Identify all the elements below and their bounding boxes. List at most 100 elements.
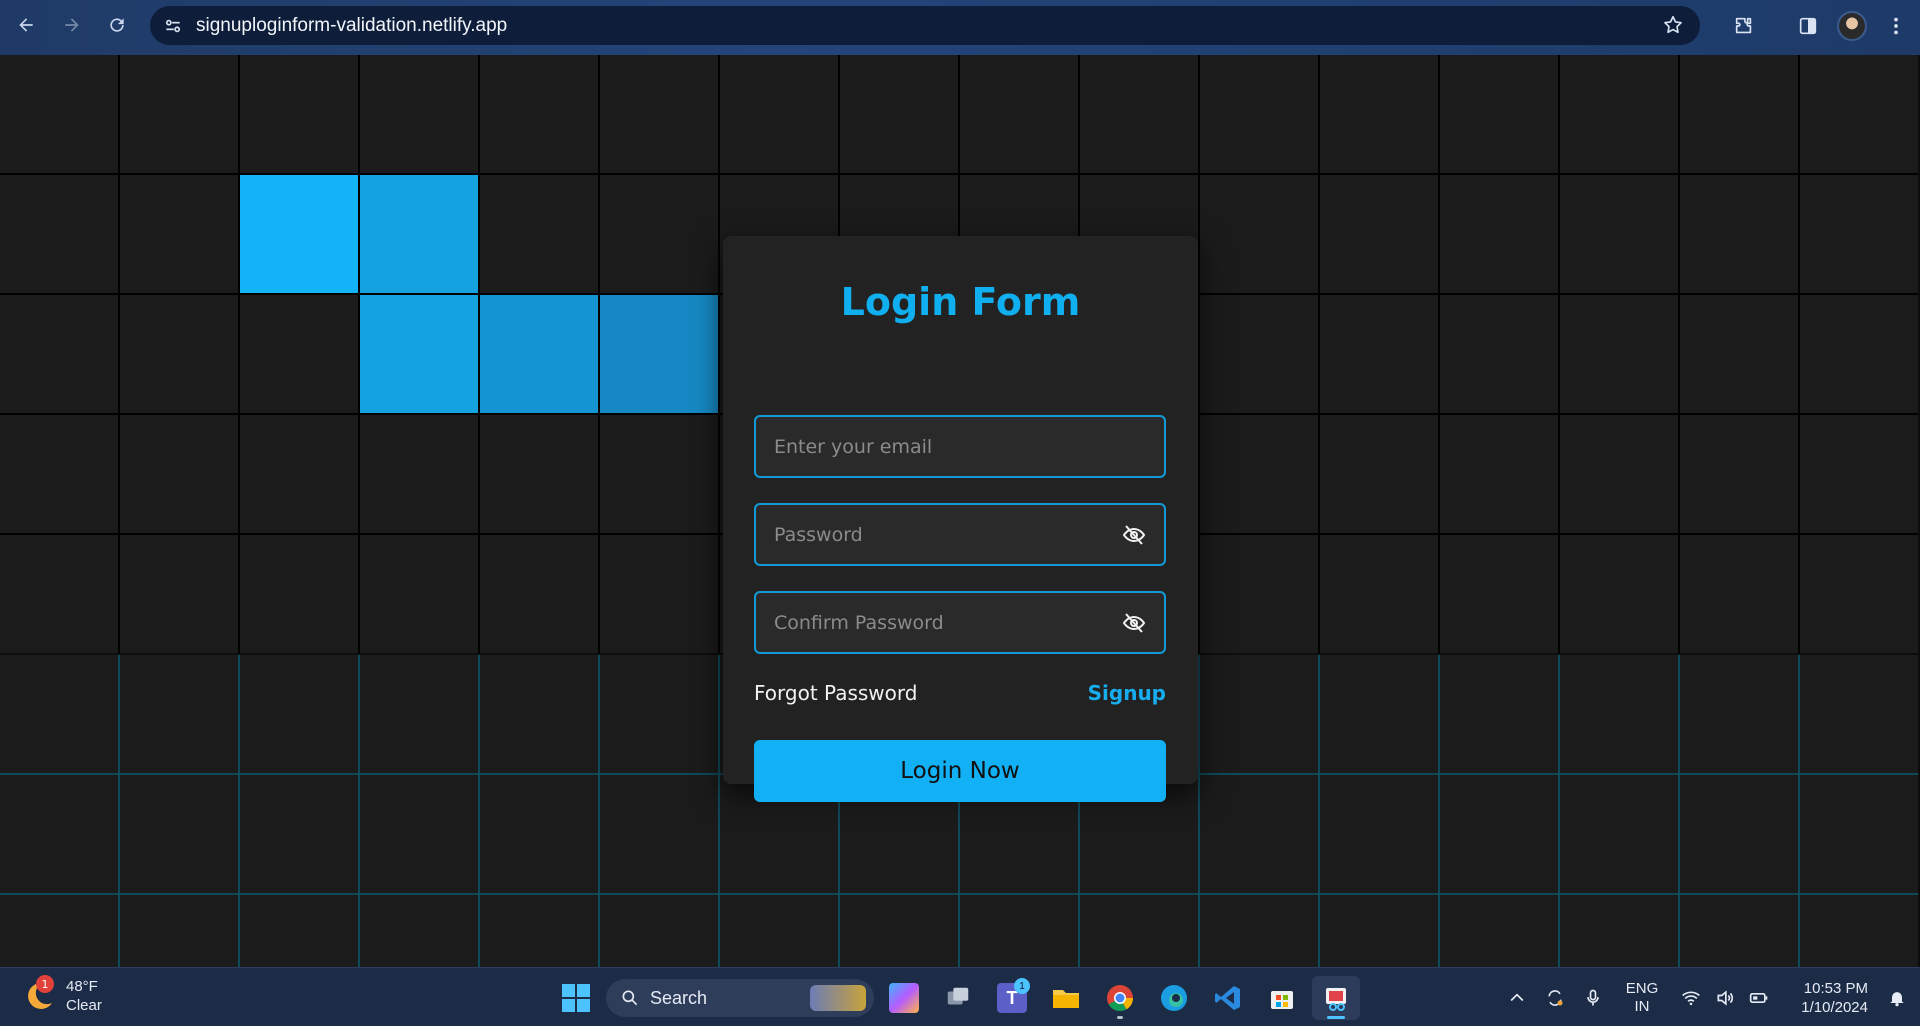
forgot-password-link[interactable]: Forgot Password xyxy=(754,681,917,705)
store-button[interactable] xyxy=(1258,976,1306,1020)
grid-cell xyxy=(1680,415,1798,533)
language-code: ENG xyxy=(1625,979,1659,997)
grid-cell xyxy=(600,655,718,773)
grid-cell xyxy=(1800,895,1918,967)
show-hidden-icons-button[interactable] xyxy=(1498,978,1536,1018)
file-explorer-button[interactable] xyxy=(1042,976,1090,1020)
snipping-tool-icon xyxy=(1326,988,1346,1011)
running-indicator xyxy=(1117,1016,1123,1019)
email-input[interactable] xyxy=(756,417,1164,476)
chrome-button[interactable] xyxy=(1096,976,1144,1020)
reload-icon xyxy=(110,18,124,32)
language-region: IN xyxy=(1634,997,1650,1015)
grid-cell xyxy=(1560,535,1678,653)
password-field-wrapper xyxy=(754,503,1166,566)
grid-cell xyxy=(1200,655,1318,773)
teams-badge: 1 xyxy=(1014,978,1030,994)
password-input[interactable] xyxy=(756,505,1164,564)
grid-cell xyxy=(1800,175,1918,293)
snipping-tool-button[interactable] xyxy=(1312,976,1360,1020)
menu-button[interactable] xyxy=(1874,6,1918,45)
grid-cell xyxy=(1440,415,1558,533)
login-card: Login Form Forgot Password Signup Login … xyxy=(723,236,1198,802)
eye-slash-icon[interactable] xyxy=(1122,611,1146,635)
login-button[interactable]: Login Now xyxy=(754,740,1166,802)
grid-cell xyxy=(1680,775,1798,893)
grid-cell xyxy=(960,895,1078,967)
language-indicator[interactable]: ENG IN xyxy=(1612,980,1672,1016)
confirm-password-input[interactable] xyxy=(756,593,1164,652)
grid-cell xyxy=(1200,55,1318,173)
taskbar-apps: Search T 1 xyxy=(552,976,1360,1020)
edge-button[interactable] xyxy=(1150,976,1198,1020)
page-viewport: Login Form Forgot Password Signup Login … xyxy=(0,55,1920,967)
grid-cell xyxy=(120,775,238,893)
eye-slash-icon[interactable] xyxy=(1122,523,1146,547)
vscode-button[interactable] xyxy=(1204,976,1252,1020)
grid-cell xyxy=(960,55,1078,173)
search-icon xyxy=(622,990,638,1006)
grid-cell xyxy=(480,175,598,293)
copilot-button[interactable] xyxy=(880,976,928,1020)
taskbar-search[interactable]: Search xyxy=(606,979,874,1017)
grid-cell xyxy=(1560,415,1678,533)
grid-cell xyxy=(1200,295,1318,413)
grid-cell xyxy=(240,55,358,173)
battery-button[interactable] xyxy=(1740,978,1778,1018)
bell-icon xyxy=(1890,991,1904,1006)
back-button[interactable] xyxy=(8,7,44,43)
clock[interactable]: 10:53 PM 1/10/2024 xyxy=(1778,979,1868,1017)
avatar xyxy=(1837,10,1867,41)
side-panel-button[interactable] xyxy=(1786,6,1830,45)
grid-cell xyxy=(360,655,478,773)
grid-cell xyxy=(1560,295,1678,413)
grid-cell xyxy=(240,535,358,653)
wifi-button[interactable] xyxy=(1672,978,1710,1018)
notifications-button[interactable] xyxy=(1878,978,1916,1018)
forward-button[interactable] xyxy=(54,7,90,43)
grid-cell xyxy=(720,55,838,173)
grid-cell xyxy=(1560,175,1678,293)
volume-button[interactable] xyxy=(1710,978,1740,1018)
grid-cell xyxy=(0,175,118,293)
confirm-password-field-wrapper xyxy=(754,591,1166,654)
clock-time: 10:53 PM xyxy=(1803,979,1868,997)
teams-button[interactable]: T 1 xyxy=(988,976,1036,1020)
arrow-right-icon xyxy=(65,18,79,32)
battery-icon xyxy=(1749,992,1768,1003)
site-info-icon[interactable] xyxy=(162,15,184,37)
grid-cell xyxy=(480,415,598,533)
grid-cell xyxy=(120,895,238,967)
grid-cell xyxy=(600,55,718,173)
grid-cell xyxy=(360,295,478,413)
profile-button[interactable] xyxy=(1830,6,1874,45)
grid-cell xyxy=(720,895,838,967)
address-bar[interactable]: signuploginform-validation.netlify.app xyxy=(150,6,1700,45)
grid-cell xyxy=(480,55,598,173)
task-view-button[interactable] xyxy=(934,976,982,1020)
microphone-button[interactable] xyxy=(1574,978,1612,1018)
sync-button[interactable] xyxy=(1536,978,1574,1018)
grid-cell xyxy=(0,535,118,653)
grid-cell xyxy=(360,175,478,293)
grid-cell xyxy=(360,775,478,893)
start-button[interactable] xyxy=(552,976,600,1020)
grid-cell xyxy=(0,775,118,893)
grid-cell xyxy=(840,55,958,173)
edge-icon xyxy=(1161,985,1187,1011)
signup-link[interactable]: Signup xyxy=(1088,681,1166,705)
grid-cell xyxy=(240,415,358,533)
grid-cell xyxy=(1680,655,1798,773)
grid-cell xyxy=(1680,295,1798,413)
browser-toolbar: signuploginform-validation.netlify.app xyxy=(0,0,1920,55)
weather-temp: 48°F xyxy=(66,978,98,995)
weather-widget[interactable]: 1 48°F Clear xyxy=(22,975,102,1015)
puzzle-icon xyxy=(1735,17,1752,33)
grid-cell xyxy=(120,415,238,533)
reload-button[interactable] xyxy=(99,7,135,43)
bookmark-star-icon[interactable] xyxy=(1662,14,1684,36)
search-highlight-icon xyxy=(810,985,866,1011)
extensions-button[interactable] xyxy=(1722,6,1766,45)
grid-cell xyxy=(1800,55,1918,173)
grid-cell xyxy=(1680,895,1798,967)
